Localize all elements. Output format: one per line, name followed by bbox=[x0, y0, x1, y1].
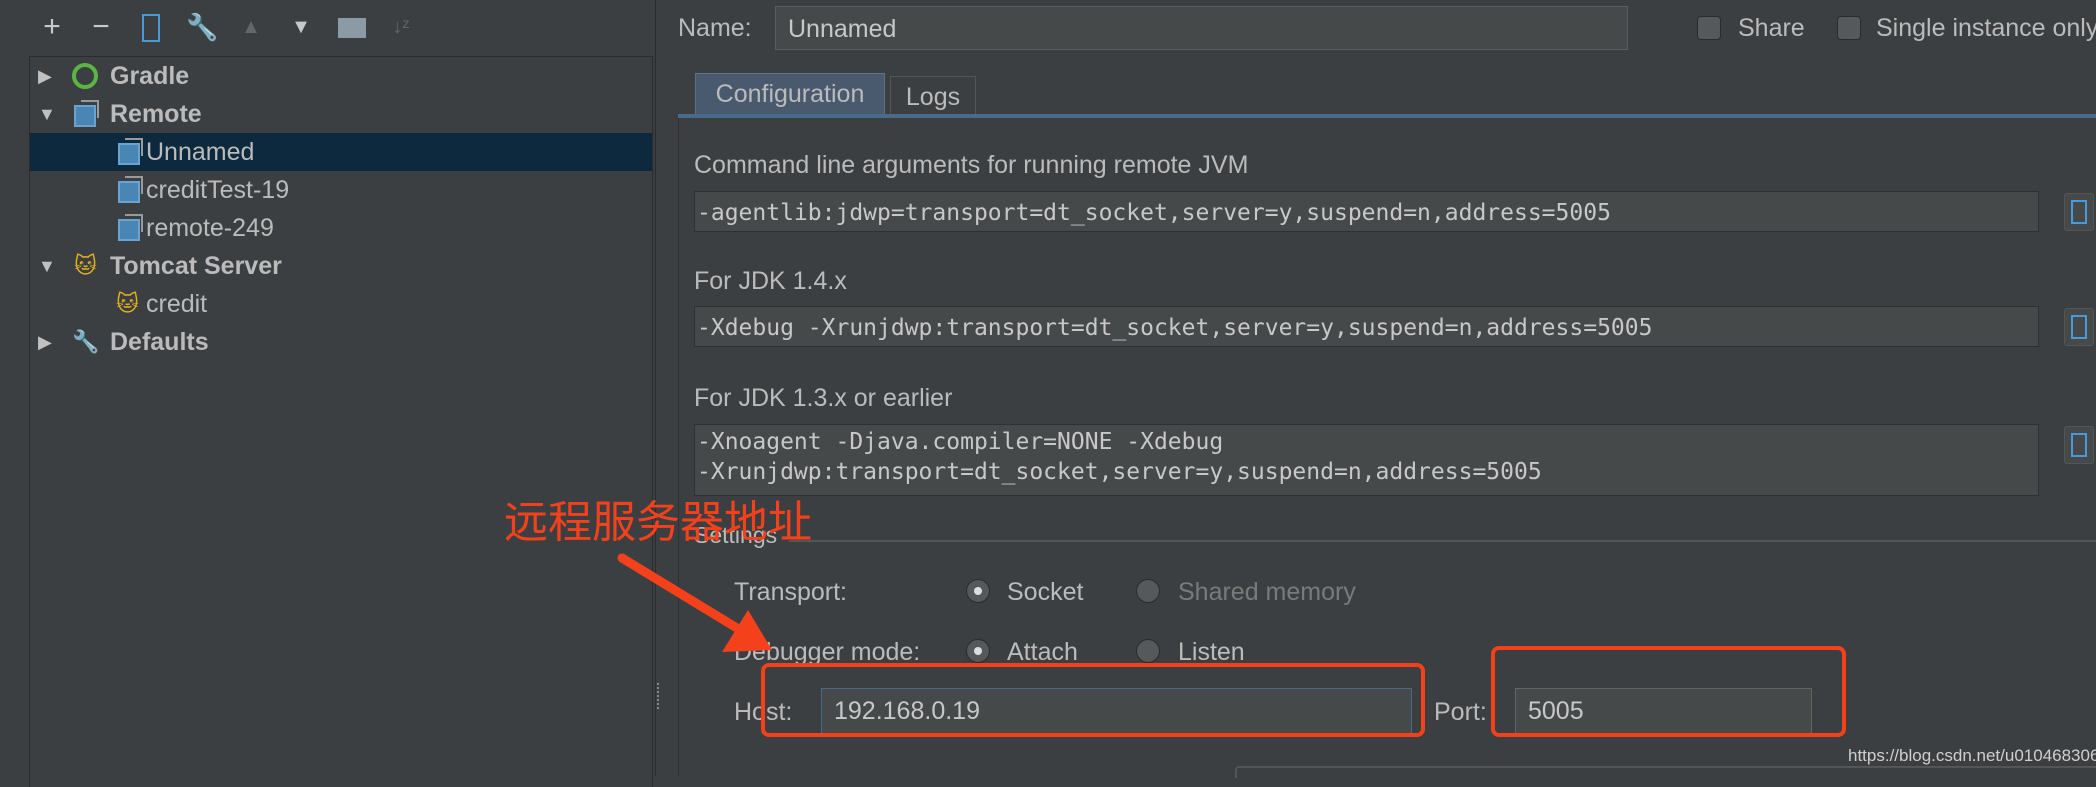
tree-item-defaults[interactable]: ▶ 🔧 Defaults bbox=[30, 323, 652, 361]
transport-shared-memory-radio[interactable] bbox=[1136, 579, 1160, 603]
bottom-panel bbox=[1235, 766, 2096, 778]
run-config-tree: ▶ Gradle ▼ Remote Unnamed creditTest-19 re… bbox=[29, 56, 653, 787]
tree-item-credit[interactable]: 🐱 credit bbox=[30, 285, 652, 323]
tree-item-label: Defaults bbox=[110, 328, 209, 356]
move-up-button[interactable]: ▲ bbox=[236, 12, 266, 42]
tree-item-credittest-19[interactable]: creditTest-19 bbox=[30, 171, 652, 209]
expand-icon[interactable]: ▶ bbox=[38, 57, 52, 95]
jdk14-field[interactable]: -Xdebug -Xrunjdwp:transport=dt_socket,se… bbox=[694, 306, 2039, 347]
copy-icon[interactable] bbox=[2064, 308, 2094, 346]
splitter-handle[interactable] bbox=[657, 683, 663, 709]
cmd-args-field[interactable]: -agentlib:jdwp=transport=dt_socket,serve… bbox=[694, 191, 2039, 232]
copy-config-button[interactable] bbox=[136, 12, 166, 42]
panel-border bbox=[678, 118, 679, 776]
jdk14-label: For JDK 1.4.x bbox=[694, 267, 847, 295]
tab-configuration[interactable]: Configuration bbox=[695, 73, 885, 115]
watermark: https://blog.csdn.net/u010468306 bbox=[1848, 746, 2096, 765]
tomcat-icon: 🐱 bbox=[74, 253, 97, 278]
tree-item-label: Unnamed bbox=[146, 138, 255, 166]
tomcat-icon: 🐱 bbox=[116, 291, 139, 316]
tree-item-remote[interactable]: ▼ Remote bbox=[30, 95, 652, 133]
remote-icon bbox=[118, 214, 143, 241]
annotation-arrow-icon bbox=[617, 553, 772, 652]
remote-icon bbox=[118, 138, 143, 165]
wrench-icon: 🔧 bbox=[72, 329, 100, 354]
edit-defaults-button[interactable]: 🔧 bbox=[186, 12, 219, 42]
settings-separator bbox=[789, 540, 2096, 542]
jdk13-field[interactable]: -Xnoagent -Djava.compiler=NONE -Xdebug -X… bbox=[694, 424, 2039, 496]
copy-icon[interactable] bbox=[2064, 426, 2094, 464]
remove-button[interactable]: − bbox=[86, 12, 116, 42]
tree-item-label: Gradle bbox=[110, 62, 190, 90]
move-down-button[interactable]: ▼ bbox=[286, 12, 316, 42]
copy-icon[interactable] bbox=[2064, 193, 2094, 231]
tree-item-label: credit bbox=[146, 290, 208, 318]
remote-icon bbox=[118, 176, 143, 203]
jdk13-line: -Xnoagent -Djava.compiler=NONE -Xdebug bbox=[697, 429, 1224, 455]
mode-listen-radio[interactable] bbox=[1136, 639, 1160, 663]
remote-icon bbox=[74, 100, 99, 127]
tree-item-unnamed[interactable]: Unnamed bbox=[30, 133, 652, 171]
tree-item-label: remote-249 bbox=[146, 214, 274, 242]
mode-attach-radio[interactable] bbox=[966, 639, 990, 663]
name-label: Name: bbox=[678, 14, 752, 42]
host-highlight-box bbox=[761, 663, 1425, 737]
move-up-icon: ▲ bbox=[241, 16, 261, 38]
copy-icon bbox=[142, 14, 160, 42]
transport-socket-radio[interactable] bbox=[966, 579, 990, 603]
cmd-args-label: Command line arguments for running remot… bbox=[694, 151, 1249, 179]
tree-item-remote-249[interactable]: remote-249 bbox=[30, 209, 652, 247]
tab-underline bbox=[678, 114, 2096, 118]
expand-icon[interactable]: ▶ bbox=[38, 323, 52, 361]
transport-socket-label: Socket bbox=[1007, 578, 1084, 606]
tab-logs[interactable]: Logs bbox=[890, 76, 976, 115]
collapse-icon[interactable]: ▼ bbox=[38, 95, 56, 133]
transport-shared-memory-label: Shared memory bbox=[1178, 578, 1356, 606]
folder-button[interactable] bbox=[336, 12, 366, 42]
add-button[interactable]: + bbox=[37, 12, 67, 42]
folder-icon bbox=[338, 18, 366, 38]
share-checkbox[interactable] bbox=[1697, 16, 1721, 40]
sort-icon: ↓ᶻ bbox=[392, 16, 410, 38]
move-down-icon: ▼ bbox=[291, 16, 311, 38]
share-label: Share bbox=[1738, 14, 1805, 42]
jdk13-label: For JDK 1.3.x or earlier bbox=[694, 384, 953, 412]
single-instance-checkbox[interactable] bbox=[1837, 16, 1861, 40]
tree-item-gradle[interactable]: ▶ Gradle bbox=[30, 57, 652, 95]
tree-item-label: creditTest-19 bbox=[146, 176, 290, 204]
name-input[interactable]: Unnamed bbox=[775, 6, 1628, 50]
jdk13-line: -Xrunjdwp:transport=dt_socket,server=y,s… bbox=[697, 459, 1542, 485]
port-highlight-box bbox=[1491, 646, 1846, 737]
tree-item-label: Remote bbox=[110, 100, 202, 128]
port-label: Port: bbox=[1434, 698, 1487, 726]
sort-button[interactable]: ↓ᶻ bbox=[386, 12, 416, 42]
collapse-icon[interactable]: ▼ bbox=[38, 247, 56, 285]
tree-item-label: Tomcat Server bbox=[110, 252, 282, 280]
gradle-icon bbox=[72, 63, 98, 89]
tree-item-tomcat-server[interactable]: ▼ 🐱 Tomcat Server bbox=[30, 247, 652, 285]
single-instance-label: Single instance only bbox=[1876, 14, 2096, 42]
wrench-icon: 🔧 bbox=[186, 12, 219, 42]
